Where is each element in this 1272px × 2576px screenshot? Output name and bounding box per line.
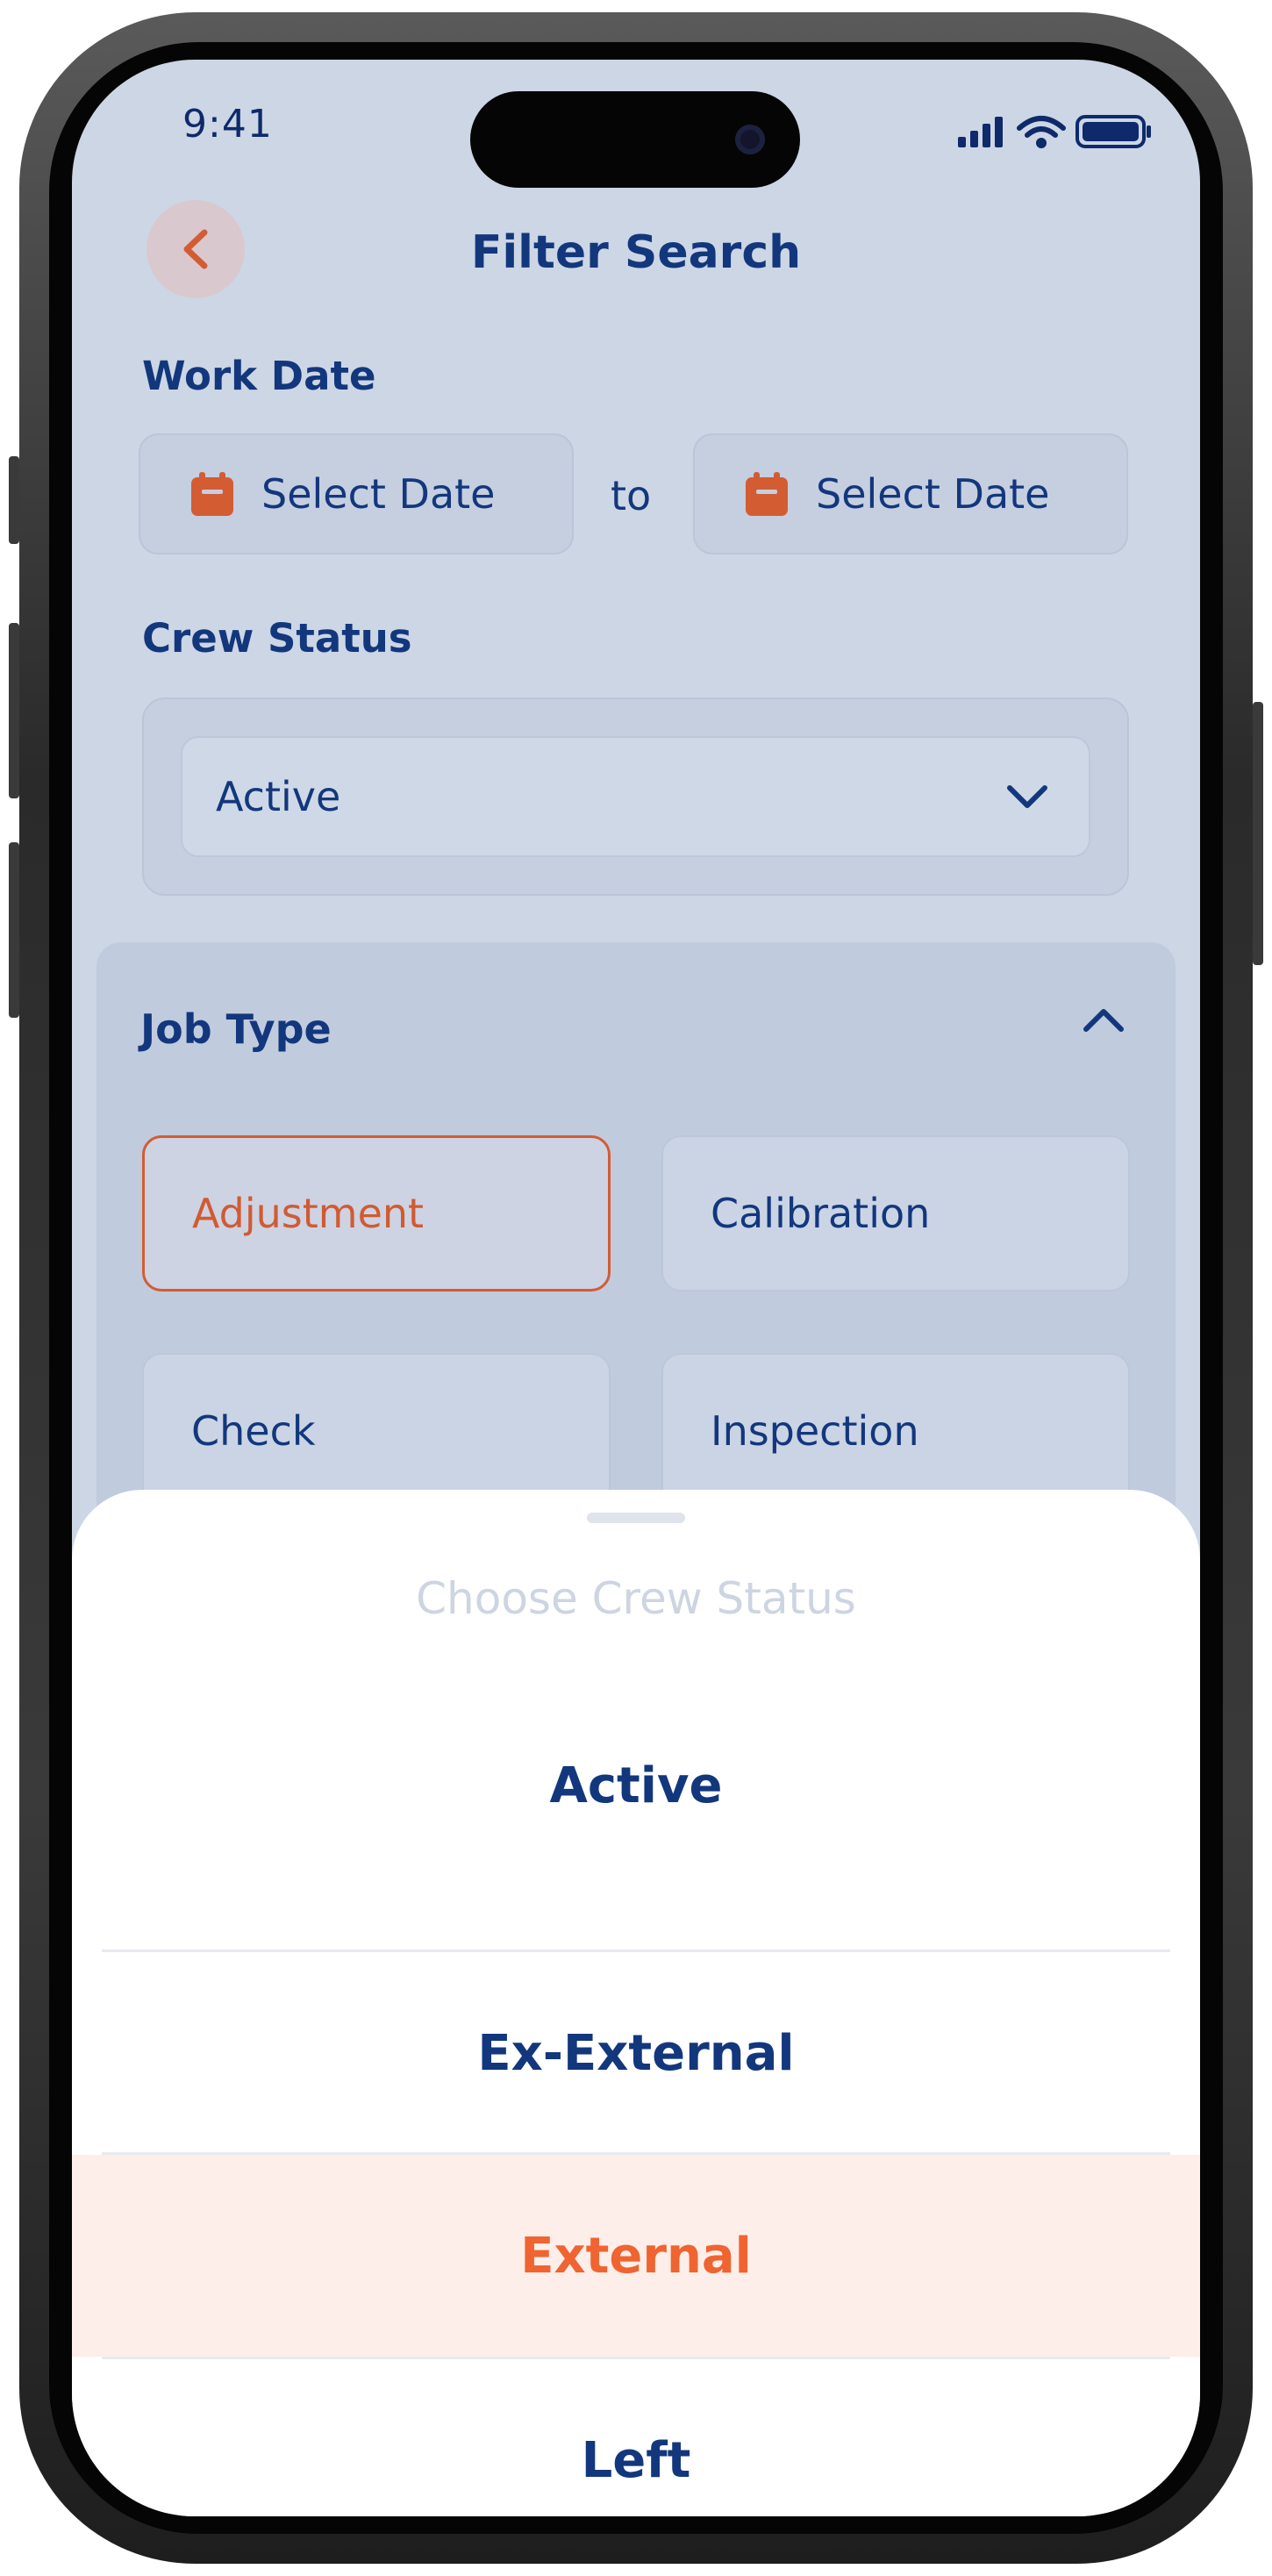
job-chip-label: Calibration (711, 1190, 931, 1237)
job-chip-label: Inspection (711, 1407, 919, 1455)
sheet-option-external[interactable]: External (72, 2155, 1200, 2357)
sheet-option-ex-external[interactable]: Ex-External (72, 1952, 1200, 2154)
calendar-icon (746, 472, 788, 516)
chevron-up-icon[interactable] (1083, 1007, 1125, 1034)
sheet-option-active[interactable]: Active (72, 1685, 1200, 1886)
job-chip-label: Adjustment (192, 1190, 425, 1237)
job-chip-inspection[interactable]: Inspection (661, 1353, 1130, 1509)
calendar-icon (191, 472, 233, 516)
battery-icon (1075, 115, 1151, 148)
sheet-option-label: Active (549, 1757, 723, 1814)
action-button (9, 456, 19, 544)
page-title: Filter Search (470, 226, 802, 279)
job-chip-label: Check (191, 1407, 316, 1455)
crew-status-card: Active (142, 698, 1129, 896)
status-time: 9:41 (182, 102, 273, 147)
volume-down-button (9, 842, 19, 1018)
job-chip-check[interactable]: Check (142, 1353, 611, 1509)
app-screen: 9:41 Filter Search Work Date Select Date… (72, 60, 1200, 2516)
to-date-picker[interactable]: Select Date (693, 433, 1128, 555)
power-button (1253, 702, 1263, 965)
signal-icon (958, 117, 1003, 147)
job-chip-adjustment[interactable]: Adjustment (142, 1135, 611, 1292)
job-chip-calibration[interactable]: Calibration (661, 1135, 1130, 1292)
from-date-placeholder: Select Date (261, 470, 496, 518)
date-separator: to (611, 472, 652, 519)
sheet-option-label: Left (581, 2431, 691, 2489)
from-date-picker[interactable]: Select Date (139, 433, 574, 555)
crew-status-value: Active (216, 773, 341, 820)
crew-status-label: Crew Status (142, 615, 412, 662)
sheet-option-label: External (520, 2227, 752, 2285)
sheet-option-left[interactable]: Left (72, 2359, 1200, 2516)
chevron-down-icon (1007, 785, 1047, 808)
sheet-option-label: Ex-External (477, 2024, 795, 2082)
crew-status-sheet: Choose Crew Status Active Ex-External Ex… (72, 1490, 1200, 2516)
crew-status-dropdown[interactable]: Active (181, 736, 1090, 857)
work-date-label: Work Date (142, 353, 376, 399)
sheet-title: Choose Crew Status (416, 1573, 856, 1624)
wifi-icon (1017, 116, 1066, 148)
volume-up-button (9, 623, 19, 798)
dynamic-island (470, 91, 800, 188)
job-type-label: Job Type (140, 1005, 332, 1053)
to-date-placeholder: Select Date (816, 470, 1050, 518)
sheet-grabber[interactable] (587, 1513, 685, 1523)
status-icons (958, 115, 1151, 148)
